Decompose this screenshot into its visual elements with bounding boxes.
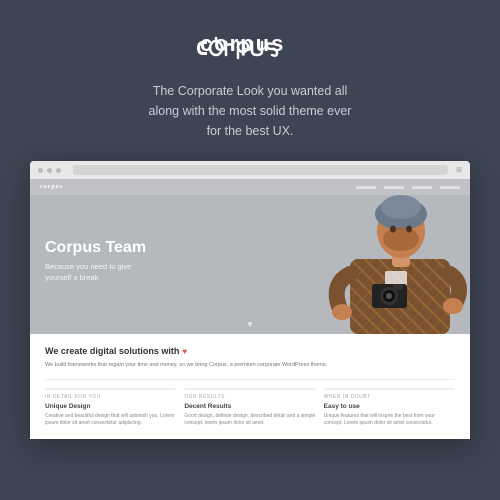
content-title: We create digital solutions with ♥: [45, 346, 455, 356]
browser-mockup: ⊞ corpus Corpus Team Because you need to…: [30, 161, 470, 439]
tagline-text: The Corporate Look you wanted all along …: [140, 81, 360, 141]
feature-desc-1: Creative and beautiful design that will …: [45, 413, 176, 427]
feature-label-3: When in doubt: [324, 394, 455, 400]
browser-dot-1: [38, 168, 43, 173]
hero-chevron-down: ▼: [244, 318, 256, 330]
heart-icon: ♥: [182, 347, 187, 356]
feature-label-1: In detail for you: [45, 394, 176, 400]
feature-item-1: In detail for you Unique Design Creative…: [45, 388, 176, 427]
hero-nav-logo: corpus: [40, 184, 63, 190]
browser-dot-2: [47, 168, 52, 173]
feature-title-2: Decent Results: [184, 403, 315, 410]
feature-desc-3: Unique features that will inspire the be…: [324, 413, 455, 427]
feature-title-3: Easy to use: [324, 403, 455, 410]
content-description: We build frameworks that regain your tim…: [45, 361, 345, 369]
feature-item-3: When in doubt Easy to use Unique feature…: [324, 388, 455, 427]
hero-text-block: Corpus Team Because you need to give you…: [30, 218, 161, 303]
features-list: In detail for you Unique Design Creative…: [45, 388, 455, 427]
content-section: We create digital solutions with ♥ We bu…: [30, 334, 470, 439]
hero-section: corpus Corpus Team Because you need to g…: [30, 179, 470, 334]
browser-dot-3: [56, 168, 61, 173]
hero-person-image: [320, 179, 470, 334]
feature-line-1: [45, 388, 176, 390]
corpus-logo: corpus: [195, 28, 305, 63]
header-section: corpus The Corpora: [0, 0, 500, 161]
feature-desc-2: Good design, definite design, described …: [184, 413, 315, 427]
browser-toolbar: ⊞: [30, 161, 470, 179]
browser-url-bar: [73, 165, 448, 175]
feature-line-2: [184, 388, 315, 390]
feature-title-1: Unique Design: [45, 403, 176, 410]
feature-item-2: Our results Decent Results Good design, …: [184, 388, 315, 427]
hero-subtitle: Because you need to give yourself a brea…: [45, 262, 145, 283]
browser-expand-button: ⊞: [456, 166, 462, 174]
hero-title: Corpus Team: [45, 238, 146, 257]
feature-line-3: [324, 388, 455, 390]
feature-label-2: Our results: [184, 394, 315, 400]
section-divider: [45, 379, 455, 380]
